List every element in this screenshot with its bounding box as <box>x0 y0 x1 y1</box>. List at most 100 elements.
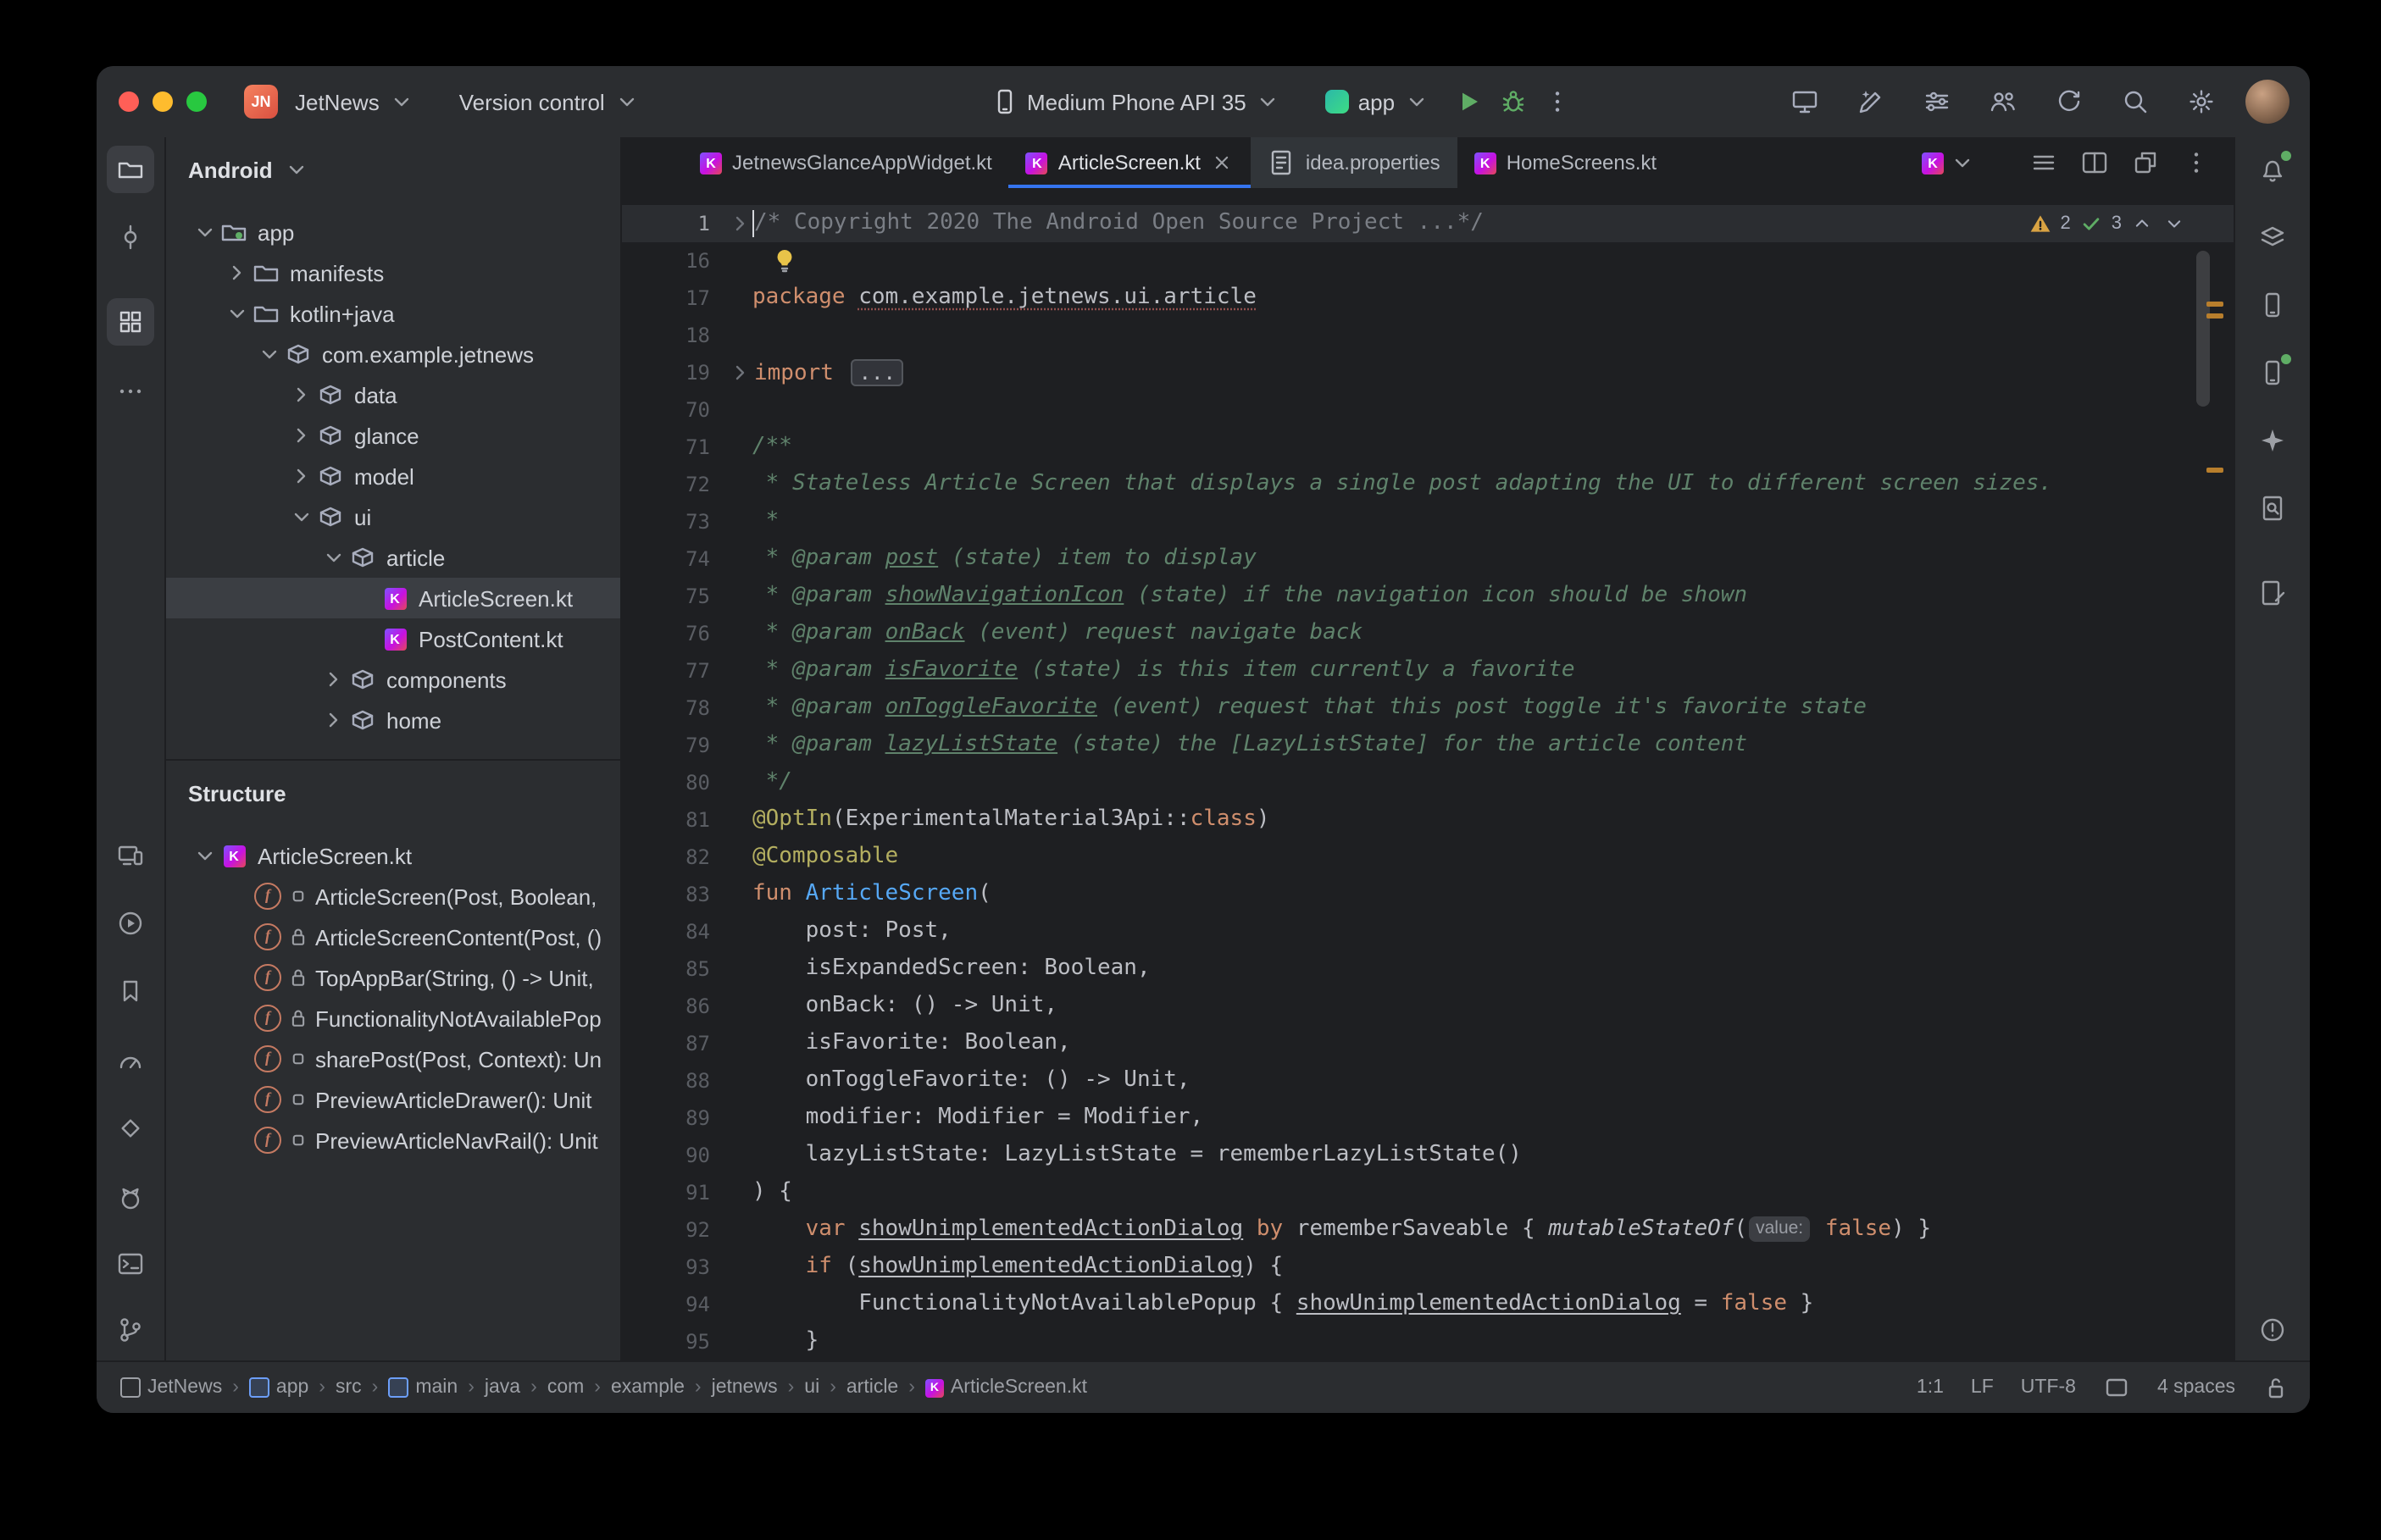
editor-scrollbar[interactable] <box>2196 251 2210 407</box>
device-selector[interactable]: Medium Phone API 35 <box>991 88 1282 115</box>
structure-item-functionalitynotavailablepop[interactable]: fFunctionalityNotAvailablePop <box>166 998 620 1039</box>
line-number[interactable]: 87 <box>622 1025 727 1062</box>
code-line-86[interactable]: 86 onBack: () -> Unit, <box>622 988 2234 1025</box>
gradle-sync-button[interactable] <box>2047 80 2091 124</box>
fold-marker-icon[interactable] <box>727 205 754 242</box>
close-icon[interactable] <box>1211 151 1235 174</box>
line-number[interactable]: 85 <box>622 950 727 988</box>
layout-inspector-button[interactable] <box>2249 485 2296 532</box>
vcs-widget[interactable]: Version control <box>459 88 641 115</box>
screen-widget-icon[interactable] <box>2103 1374 2130 1401</box>
breadcrumb-item-jetnews[interactable]: jetnews <box>712 1377 778 1398</box>
line-number[interactable]: 75 <box>622 578 727 615</box>
code-line-83[interactable]: 83fun ArticleScreen( <box>622 876 2234 913</box>
breadcrumb-item-articlescreen-kt[interactable]: KArticleScreen.kt <box>925 1377 1087 1398</box>
device-mirroring-button[interactable] <box>1783 80 1827 124</box>
tree-item-glance[interactable]: glance <box>166 415 620 456</box>
tree-item-ui[interactable]: ui <box>166 496 620 537</box>
code-line-18[interactable]: 18 <box>622 317 2234 354</box>
structure-item-articlescreencontent[interactable]: fArticleScreenContent(Post, () <box>166 917 620 957</box>
code-line-93[interactable]: 93 if (showUnimplementedActionDialog) { <box>622 1249 2234 1286</box>
code-line-16[interactable]: 16 <box>622 242 2234 280</box>
line-separator-widget[interactable]: LF <box>1971 1377 1994 1398</box>
logcat-button[interactable] <box>107 1174 154 1221</box>
code-line-19[interactable]: 19import ... <box>622 354 2234 391</box>
line-number[interactable]: 18 <box>622 317 727 354</box>
breadcrumb-item-com[interactable]: com <box>547 1377 584 1398</box>
structure-item-articlescreen[interactable]: fArticleScreen(Post, Boolean, <box>166 876 620 917</box>
code-line-72[interactable]: 72 * Stateless Article Screen that displ… <box>622 466 2234 503</box>
line-number[interactable]: 94 <box>622 1286 727 1323</box>
line-number[interactable]: 19 <box>622 354 727 391</box>
code-line-81[interactable]: 81@OptIn(ExperimentalMaterial3Api::class… <box>622 801 2234 839</box>
chevron-down-icon[interactable] <box>220 300 253 327</box>
structure-item-previewarticlenavrail[interactable]: fPreviewArticleNavRail(): Unit <box>166 1120 620 1161</box>
tree-item-article[interactable]: article <box>166 537 620 578</box>
profile-avatar[interactable] <box>2245 80 2289 124</box>
chevron-down-icon[interactable] <box>188 219 220 246</box>
code-line-70[interactable]: 70 <box>622 391 2234 429</box>
more-editor-actions-button[interactable] <box>2176 142 2217 183</box>
code-editor[interactable]: 1/* Copyright 2020 The Android Open Sour… <box>622 188 2234 1360</box>
breadcrumb-item-example[interactable]: example <box>611 1377 685 1398</box>
line-number[interactable]: 92 <box>622 1211 727 1249</box>
breadcrumb-item-java[interactable]: java <box>485 1377 520 1398</box>
code-line-77[interactable]: 77 * @param isFavorite (state) is this i… <box>622 652 2234 690</box>
breadcrumb-item-ui[interactable]: ui <box>804 1377 819 1398</box>
tree-item-manifests[interactable]: manifests <box>166 252 620 293</box>
chevron-right-icon[interactable] <box>220 259 253 286</box>
code-line-1[interactable]: 1/* Copyright 2020 The Android Open Sour… <box>622 205 2234 242</box>
build-menu-button[interactable] <box>1915 80 1959 124</box>
debug-button[interactable] <box>1491 80 1535 124</box>
more-run-actions-button[interactable] <box>1535 80 1579 124</box>
structure-button[interactable] <box>107 298 154 346</box>
chevron-down-icon[interactable] <box>253 341 285 368</box>
line-number[interactable]: 86 <box>622 988 727 1025</box>
split-editor-button[interactable] <box>2074 142 2115 183</box>
line-number[interactable]: 77 <box>622 652 727 690</box>
chevron-down-icon[interactable] <box>285 503 317 530</box>
structure-item-sharepost[interactable]: fsharePost(Post, Context): Un <box>166 1039 620 1079</box>
code-line-90[interactable]: 90 lazyListState: LazyListState = rememb… <box>622 1137 2234 1174</box>
breadcrumb-item-main[interactable]: main <box>388 1377 458 1398</box>
notifications-button[interactable] <box>2249 146 2296 193</box>
line-number[interactable]: 71 <box>622 429 727 466</box>
chevron-right-icon[interactable] <box>317 706 349 734</box>
services-button[interactable] <box>107 900 154 947</box>
breadcrumb-item-app[interactable]: app <box>249 1377 308 1398</box>
line-number[interactable]: 1 <box>622 205 727 242</box>
line-number[interactable]: 70 <box>622 391 727 429</box>
tree-item-model[interactable]: model <box>166 456 620 496</box>
tree-item-postcontent-kt[interactable]: KPostContent.kt <box>166 618 620 659</box>
breadcrumb-item-src[interactable]: src <box>336 1377 362 1398</box>
code-line-85[interactable]: 85 isExpandedScreen: Boolean, <box>622 950 2234 988</box>
assistant-button[interactable] <box>2249 569 2296 617</box>
indent-widget[interactable]: 4 spaces <box>2157 1377 2235 1398</box>
structure-item-previewarticledrawer[interactable]: fPreviewArticleDrawer(): Unit <box>166 1079 620 1120</box>
commit-button[interactable] <box>107 213 154 261</box>
code-line-79[interactable]: 79 * @param lazyListState (state) the [L… <box>622 727 2234 764</box>
code-line-87[interactable]: 87 isFavorite: Boolean, <box>622 1025 2234 1062</box>
line-number[interactable]: 81 <box>622 801 727 839</box>
problems-button[interactable] <box>2249 1306 2296 1354</box>
zoom-button[interactable] <box>186 91 207 112</box>
code-line-95[interactable]: 95 } <box>622 1323 2234 1360</box>
hidden-tabs-button[interactable]: K <box>1922 149 1976 176</box>
tree-item-home[interactable]: home <box>166 700 620 740</box>
prev-problem-icon[interactable] <box>2130 212 2154 235</box>
next-problem-icon[interactable] <box>2162 212 2186 235</box>
line-number[interactable]: 74 <box>622 540 727 578</box>
chevron-right-icon[interactable] <box>285 463 317 490</box>
project-button[interactable] <box>107 146 154 193</box>
tree-item-app[interactable]: app <box>166 212 620 252</box>
chevron-right-icon[interactable] <box>285 381 317 408</box>
code-line-74[interactable]: 74 * @param post (state) item to display <box>622 540 2234 578</box>
breadcrumb-item-jetnews[interactable]: JetNews <box>120 1377 222 1398</box>
code-line-84[interactable]: 84 post: Post, <box>622 913 2234 950</box>
tab-jetnewsglanceappwidget-kt[interactable]: KJetnewsGlanceAppWidget.kt <box>683 137 1009 188</box>
inspections-widget[interactable]: 2 3 <box>2029 205 2187 242</box>
code-line-78[interactable]: 78 * @param onToggleFavorite (event) req… <box>622 690 2234 727</box>
gemini-button[interactable] <box>2249 417 2296 464</box>
code-line-17[interactable]: 17package com.example.jetnews.ui.article <box>622 280 2234 317</box>
more-tool-windows-button[interactable] <box>107 368 154 415</box>
